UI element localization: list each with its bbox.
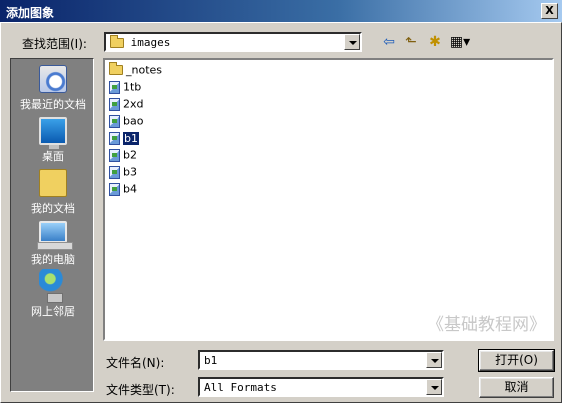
image-file-icon <box>109 80 120 94</box>
open-button[interactable]: 打开(O) <box>478 349 555 372</box>
list-item[interactable]: b4 <box>109 182 137 198</box>
up-folder-icon[interactable]: ⬑ <box>400 33 422 51</box>
folder-icon <box>109 62 123 75</box>
list-item[interactable]: 1tb <box>109 80 141 96</box>
list-item[interactable]: _notes <box>109 62 162 79</box>
chevron-down-icon[interactable] <box>426 352 442 368</box>
place-label: 我最近的文档 <box>20 98 86 111</box>
back-icon[interactable]: ⇦ <box>378 33 400 51</box>
image-file-icon <box>109 182 120 196</box>
new-folder-icon[interactable]: ✱ <box>424 33 446 51</box>
place-label: 我的文档 <box>31 202 75 215</box>
list-item[interactable]: b2 <box>109 148 137 164</box>
recent-documents-icon <box>39 65 67 93</box>
list-item[interactable]: bao <box>109 114 143 130</box>
list-item-selected[interactable]: b1 <box>109 130 140 147</box>
my-computer-icon <box>37 221 73 250</box>
chevron-down-icon[interactable] <box>426 379 442 395</box>
lookin-value: images <box>130 36 171 49</box>
filename-value: b1 <box>204 354 218 367</box>
places-bar: 我最近的文档 桌面 我的文档 我的电脑 网上邻居 <box>10 58 94 392</box>
place-label: 我的电脑 <box>31 253 75 266</box>
filename-input[interactable]: b1 <box>198 350 444 370</box>
filetype-select[interactable]: All Formats <box>198 377 444 397</box>
views-menu-icon[interactable]: ▦▾ <box>447 33 473 51</box>
list-item[interactable]: 2xd <box>109 97 144 113</box>
place-label: 桌面 <box>42 150 64 163</box>
filetype-label: 文件类型(T): <box>106 383 175 397</box>
image-file-icon <box>109 114 120 128</box>
lookin-label: 查找范围(I): <box>22 37 87 51</box>
title-bar: 添加图象 X <box>0 0 562 22</box>
image-file-icon <box>109 148 120 162</box>
list-item[interactable]: b3 <box>109 165 137 181</box>
desktop-icon <box>39 117 67 149</box>
lookin-dropdown[interactable]: images <box>104 32 362 52</box>
window-title: 添加图象 <box>6 6 55 20</box>
close-button[interactable]: X <box>541 3 558 19</box>
place-desktop[interactable]: 桌面 <box>11 117 95 164</box>
place-recent-documents[interactable]: 我最近的文档 <box>11 65 95 112</box>
place-label: 网上邻居 <box>31 305 75 318</box>
image-file-icon <box>109 97 120 111</box>
my-documents-icon <box>39 166 67 197</box>
image-file-icon <box>109 131 120 145</box>
file-list[interactable]: _notes 1tb 2xd bao b1 b2 b3 b4 《基础教程网》 <box>103 58 554 341</box>
network-icon <box>39 269 67 303</box>
place-my-documents[interactable]: 我的文档 <box>11 166 95 216</box>
folder-icon <box>110 35 124 48</box>
chevron-down-icon[interactable] <box>344 34 360 50</box>
image-file-icon <box>109 165 120 179</box>
filetype-value: All Formats <box>204 381 277 394</box>
place-network[interactable]: 网上邻居 <box>11 269 95 319</box>
cancel-button[interactable]: 取消 <box>479 377 554 398</box>
filename-label: 文件名(N): <box>106 356 165 370</box>
watermark: 《基础教程网》 <box>427 315 546 335</box>
place-my-computer[interactable]: 我的电脑 <box>11 221 95 267</box>
